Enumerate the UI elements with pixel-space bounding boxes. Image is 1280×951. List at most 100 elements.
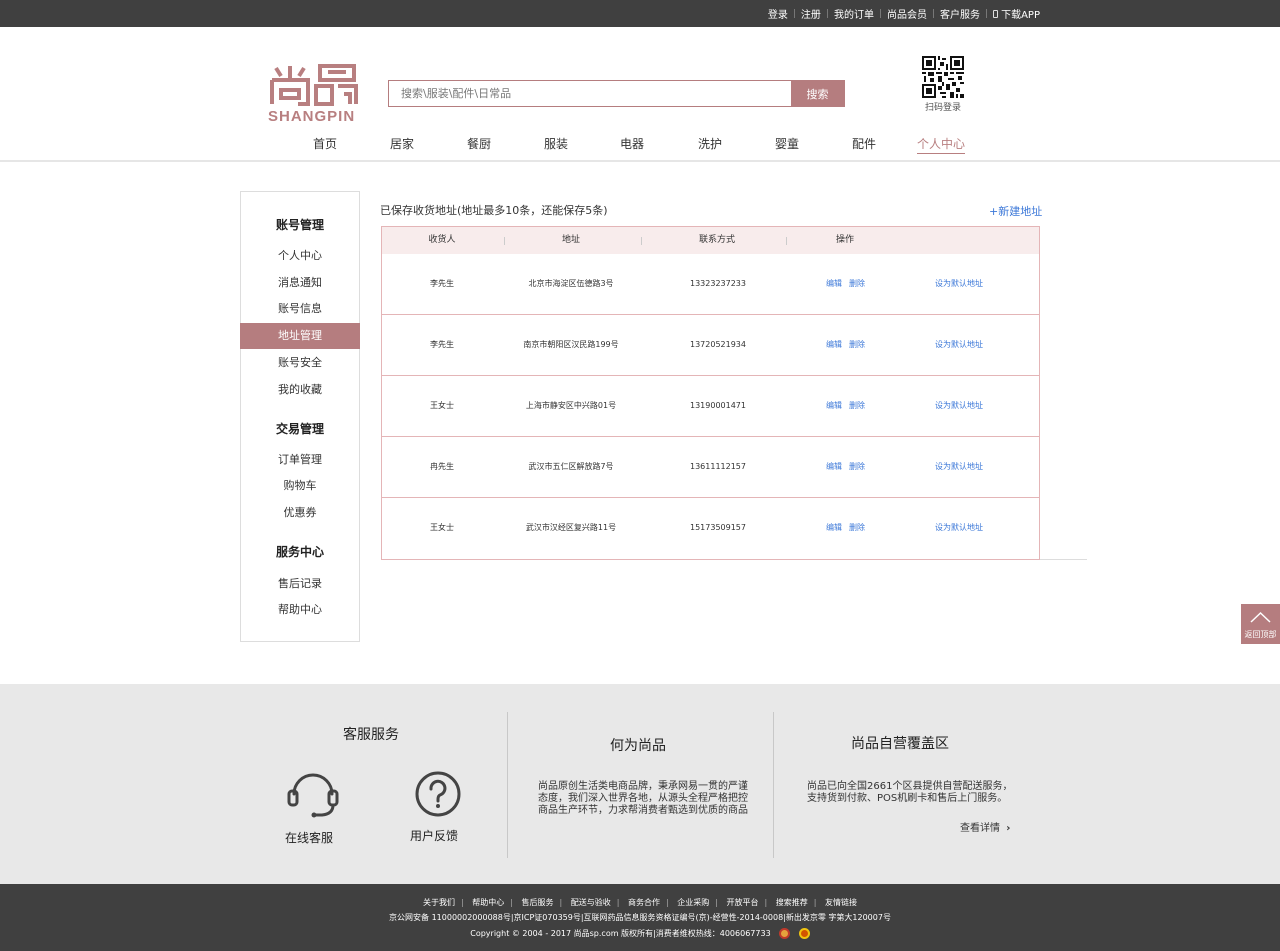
trust-badge-icon bbox=[798, 928, 810, 939]
table-row: 王女士 上海市静安区中兴路01号 13190001471 编辑 删除 设为默认地… bbox=[382, 376, 1039, 437]
logo-text: SHANGPIN bbox=[268, 108, 356, 125]
edit-link[interactable]: 编辑 bbox=[826, 498, 842, 558]
recipient-address: 北京市海淀区伍德路3号 bbox=[528, 279, 614, 288]
copyright-text: Copyright © 2004 - 2017 尚品sp.com 版权所有|消费… bbox=[470, 929, 771, 938]
customer-service-title: 客服服务 bbox=[343, 727, 399, 743]
bottom-link-help[interactable]: 帮助中心 bbox=[472, 898, 504, 907]
sidebar-item-help-center[interactable]: 帮助中心 bbox=[241, 597, 359, 623]
sidebar-item-address-management[interactable]: 地址管理 bbox=[240, 323, 360, 349]
about-text: 尚品原创生活类电商品牌，秉承网易一贯的严谨态度，我们深入世界各地，从源头全程严格… bbox=[538, 781, 748, 816]
recipient-phone: 13190001471 bbox=[690, 401, 746, 410]
coverage-text: 尚品已向全国2661个区县提供自营配送服务，支持货到付款、POS机刷卡和售后上门… bbox=[807, 781, 1013, 804]
sidebar-item-personal-center[interactable]: 个人中心 bbox=[241, 243, 359, 269]
nav-item-personal-center[interactable]: 个人中心 bbox=[917, 135, 966, 154]
footer-divider bbox=[773, 712, 774, 858]
headset-icon[interactable] bbox=[286, 770, 340, 820]
online-service-label[interactable]: 在线客服 bbox=[285, 829, 333, 846]
bottom-links: 关于我们 | 帮助中心 | 售后服务 | 配送与验收 | 商务合作 | 企业采购 | 开放平… bbox=[423, 898, 857, 907]
recipient-name: 李先生 bbox=[430, 279, 454, 288]
nav-item-clothing[interactable]: 服装 bbox=[544, 135, 568, 152]
bottom-link-delivery[interactable]: 配送与验收 bbox=[571, 898, 611, 907]
sidebar-item-coupons[interactable]: 优惠券 bbox=[241, 500, 359, 526]
table-row: 冉先生 武汉市五仁区解放路7号 13611112157 编辑 删除 设为默认地址 bbox=[382, 437, 1039, 498]
phone-icon bbox=[993, 9, 999, 18]
delete-link[interactable]: 删除 bbox=[849, 254, 865, 314]
edit-link[interactable]: 编辑 bbox=[826, 254, 842, 314]
back-to-top-label: 返回顶部 bbox=[1244, 630, 1277, 639]
about-title: 何为尚品 bbox=[610, 738, 666, 754]
sidebar-heading-account: 账号管理 bbox=[275, 218, 324, 232]
login-link[interactable]: 登录 bbox=[768, 6, 788, 21]
qr-code-icon bbox=[922, 56, 964, 98]
bottom-link-open-platform[interactable]: 开放平台 bbox=[727, 898, 759, 907]
top-links: 登录 | 注册 | 我的订单 | 尚品会员 | 客户服务 | 下载APP bbox=[768, 0, 1040, 27]
question-icon[interactable] bbox=[414, 770, 462, 818]
copyright-row: Copyright © 2004 - 2017 尚品sp.com 版权所有|消费… bbox=[0, 928, 1280, 939]
nav-item-baby[interactable]: 婴童 bbox=[775, 135, 799, 152]
bottom-link-about[interactable]: 关于我们 bbox=[423, 898, 455, 907]
bottom-link-enterprise[interactable]: 企业采购 bbox=[677, 898, 709, 907]
nav-item-accessories[interactable]: 配件 bbox=[852, 135, 876, 152]
download-app-link[interactable]: 下载APP bbox=[993, 6, 1040, 21]
recipient-name: 王女士 bbox=[430, 523, 454, 532]
search-button[interactable]: 搜索 bbox=[791, 81, 844, 106]
recipient-phone: 15173509157 bbox=[690, 523, 746, 532]
edit-link[interactable]: 编辑 bbox=[826, 315, 842, 375]
nav-item-appliances[interactable]: 电器 bbox=[620, 135, 644, 152]
address-section-title: 已保存收货地址(地址最多10条，还能保存5条) bbox=[380, 204, 608, 217]
logo[interactable]: SHANGPIN bbox=[268, 62, 363, 128]
bottom-bar: 关于我们 | 帮助中心 | 售后服务 | 配送与验收 | 商务合作 | 企业采购 | 开放平… bbox=[0, 884, 1280, 951]
sidebar-item-account-security[interactable]: 账号安全 bbox=[241, 350, 359, 376]
view-details-link[interactable]: 查看详情 › bbox=[960, 819, 1010, 834]
search-input[interactable] bbox=[389, 81, 792, 106]
sidebar-item-favorites[interactable]: 我的收藏 bbox=[241, 377, 359, 403]
recipient-address: 上海市静安区中兴路01号 bbox=[525, 401, 617, 410]
set-default-link[interactable]: 设为默认地址 bbox=[935, 315, 983, 375]
set-default-link[interactable]: 设为默认地址 bbox=[935, 437, 983, 497]
nav-item-care[interactable]: 洗护 bbox=[698, 135, 722, 152]
bottom-link-after-sales[interactable]: 售后服务 bbox=[522, 898, 554, 907]
sidebar-item-orders[interactable]: 订单管理 bbox=[241, 447, 359, 473]
sidebar-item-after-sales[interactable]: 售后记录 bbox=[241, 571, 359, 597]
delete-link[interactable]: 删除 bbox=[849, 315, 865, 375]
header-separator bbox=[504, 237, 505, 245]
sidebar-item-notifications[interactable]: 消息通知 bbox=[241, 270, 359, 296]
nav-item-home-living[interactable]: 居家 bbox=[390, 135, 414, 152]
nav-item-kitchen[interactable]: 餐厨 bbox=[467, 135, 491, 152]
header-contact: 联系方式 bbox=[698, 235, 735, 245]
nav-item-home[interactable]: 首页 bbox=[313, 135, 337, 152]
bottom-link-friends[interactable]: 友情链接 bbox=[825, 898, 857, 907]
top-bar: 登录 | 注册 | 我的订单 | 尚品会员 | 客户服务 | 下载APP bbox=[0, 0, 1280, 27]
recipient-phone: 13720521934 bbox=[690, 340, 746, 349]
delete-link[interactable]: 删除 bbox=[849, 376, 865, 436]
coverage-title: 尚品自营覆盖区 bbox=[851, 736, 949, 752]
license-info: 京公网安备 11000002000088号|京ICP证070359号|互联网药品… bbox=[389, 913, 891, 922]
sidebar-item-cart[interactable]: 购物车 bbox=[241, 473, 359, 499]
set-default-link[interactable]: 设为默认地址 bbox=[935, 376, 983, 436]
my-orders-link[interactable]: 我的订单 bbox=[834, 6, 874, 21]
set-default-link[interactable]: 设为默认地址 bbox=[935, 498, 983, 558]
view-details-label: 查看详情 bbox=[960, 823, 1000, 834]
set-default-link[interactable]: 设为默认地址 bbox=[935, 254, 983, 314]
feedback-label[interactable]: 用户反馈 bbox=[410, 827, 458, 844]
nav-divider bbox=[0, 160, 1280, 162]
bottom-link-search[interactable]: 搜索推荐 bbox=[776, 898, 808, 907]
sidebar-item-account-info[interactable]: 账号信息 bbox=[241, 296, 359, 322]
recipient-phone: 13611112157 bbox=[690, 462, 746, 471]
back-to-top-button[interactable]: 返回顶部 bbox=[1241, 604, 1280, 644]
bottom-link-business[interactable]: 商务合作 bbox=[628, 898, 660, 907]
member-link[interactable]: 尚品会员 bbox=[887, 6, 927, 21]
table-row: 李先生 南京市朝阳区汉民路199号 13720521934 编辑 删除 设为默认… bbox=[382, 315, 1039, 376]
chevron-up-icon bbox=[1250, 611, 1271, 623]
delete-link[interactable]: 删除 bbox=[849, 498, 865, 558]
separator: | bbox=[825, 8, 829, 19]
edit-link[interactable]: 编辑 bbox=[826, 376, 842, 436]
delete-link[interactable]: 删除 bbox=[849, 437, 865, 497]
sidebar-heading-trade: 交易管理 bbox=[275, 422, 324, 436]
customer-service-link[interactable]: 客户服务 bbox=[940, 6, 980, 21]
new-address-button[interactable]: +新建地址 bbox=[989, 203, 1042, 219]
edit-link[interactable]: 编辑 bbox=[826, 437, 842, 497]
separator: | bbox=[932, 8, 936, 19]
register-link[interactable]: 注册 bbox=[801, 6, 821, 21]
header-separator bbox=[786, 237, 787, 245]
